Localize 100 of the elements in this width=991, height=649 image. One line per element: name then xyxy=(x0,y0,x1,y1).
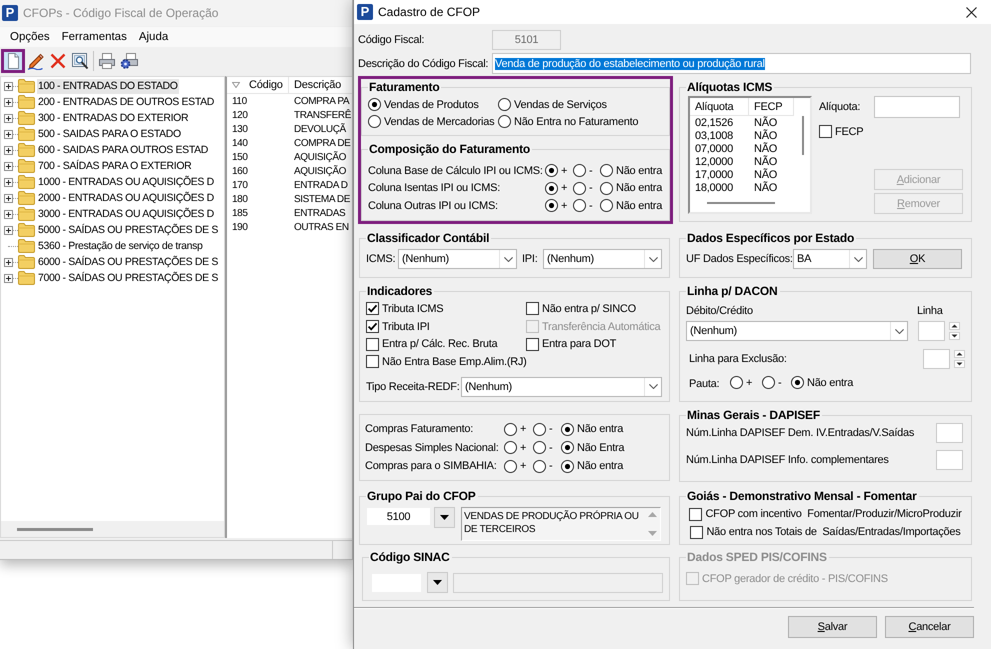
dropdown[interactable]: (Nenhum) xyxy=(461,376,662,397)
radio-icon[interactable] xyxy=(561,422,574,436)
radio-button[interactable]: + xyxy=(545,182,568,195)
text-field[interactable] xyxy=(452,572,664,592)
expand-icon[interactable] xyxy=(4,82,13,90)
checkbox[interactable]: Tributa IPI xyxy=(366,320,430,334)
dropdown[interactable]: (Nenhum) xyxy=(686,321,908,341)
tree-item[interactable]: 100 - ENTRADAS DO ESTADO xyxy=(37,78,179,94)
radio-icon[interactable] xyxy=(368,115,381,128)
radio-button[interactable]: Não Entra no Faturamento xyxy=(498,115,638,128)
radio-button[interactable]: - xyxy=(573,182,592,195)
radio-icon[interactable] xyxy=(504,460,517,473)
checkbox-icon[interactable] xyxy=(689,508,702,520)
radio-button[interactable]: - xyxy=(533,422,552,436)
radio-button[interactable]: + xyxy=(545,199,568,212)
radio-icon[interactable] xyxy=(533,460,546,473)
radio-icon[interactable] xyxy=(730,376,743,389)
dropdown[interactable]: (Nenhum) xyxy=(398,249,517,269)
radio-icon[interactable] xyxy=(600,182,613,195)
input-field[interactable] xyxy=(936,423,963,443)
radio-icon[interactable] xyxy=(504,422,517,436)
checkbox-icon[interactable] xyxy=(526,338,539,351)
radio-icon[interactable] xyxy=(573,199,586,212)
caret-up-icon[interactable] xyxy=(954,350,965,358)
dropdown[interactable]: BA xyxy=(793,249,867,269)
radio-button[interactable]: + xyxy=(504,460,526,473)
radio-icon[interactable] xyxy=(498,115,511,128)
input-field[interactable] xyxy=(874,96,960,118)
caret-down-icon[interactable] xyxy=(954,360,965,368)
tree-item[interactable]: 5000 - SAÍDAS OU PRESTAÇÕES DE S xyxy=(37,222,219,238)
checkbox[interactable]: Entra p/ Cálc. Rec. Bruta xyxy=(366,338,498,351)
checkbox[interactable]: Não entra nos Totais de Saídas/Entradas/Importações xyxy=(690,523,960,541)
radio-icon[interactable] xyxy=(600,164,613,178)
printer-gear-icon[interactable] xyxy=(120,52,138,70)
column-header[interactable]: Descrição xyxy=(289,77,352,93)
radio-icon[interactable] xyxy=(561,460,574,473)
radio-button[interactable]: + xyxy=(504,422,526,436)
column-header[interactable]: FECP xyxy=(749,98,794,116)
radio-icon[interactable] xyxy=(561,441,574,454)
tree-item[interactable]: 7000 - SAÍDAS OU PRESTAÇÕES DE S xyxy=(37,270,219,286)
checkbox[interactable]: FECP xyxy=(819,125,864,138)
radio-icon[interactable] xyxy=(545,199,558,212)
checkbox[interactable]: Não Entra Base Emp.Alim.(RJ) xyxy=(366,355,527,368)
radio-button[interactable]: Não entra xyxy=(600,199,662,212)
expand-icon[interactable] xyxy=(4,274,13,282)
radio-icon[interactable] xyxy=(573,164,586,178)
expand-icon[interactable] xyxy=(4,226,13,234)
expand-icon[interactable] xyxy=(4,194,13,202)
radio-button[interactable]: Não entra xyxy=(791,376,854,389)
checkbox[interactable]: Entra para DOT xyxy=(526,338,616,351)
radio-icon[interactable] xyxy=(504,441,517,454)
radio-button[interactable]: Não entra xyxy=(561,460,624,473)
chevron-down-icon[interactable] xyxy=(504,256,512,262)
scrollbar-thumb[interactable] xyxy=(17,528,93,530)
caret-down-icon[interactable] xyxy=(949,332,960,340)
menu-item[interactable]: Ferramentas xyxy=(56,29,133,45)
checkbox-icon[interactable] xyxy=(366,320,379,334)
radio-button[interactable]: + xyxy=(545,164,568,178)
tree-item[interactable]: 6000 - SAÍDAS OU PRESTAÇÕES DE S xyxy=(37,254,219,270)
radio-icon[interactable] xyxy=(368,98,381,111)
expand-icon[interactable] xyxy=(4,114,13,122)
expand-icon[interactable] xyxy=(4,210,13,218)
text-field[interactable]: Venda de produção do estabelecimento ou produção rural xyxy=(492,53,971,74)
expand-icon[interactable] xyxy=(4,146,13,154)
tree-item[interactable]: 5360 - Prestação de serviço de transp xyxy=(37,238,204,254)
radio-button[interactable]: Não entra xyxy=(600,164,662,178)
column-header[interactable]: Alíquota xyxy=(690,98,749,116)
checkbox-icon[interactable] xyxy=(819,125,832,138)
expand-icon[interactable] xyxy=(4,162,13,170)
radio-button[interactable]: Não Entra xyxy=(561,441,624,454)
radio-icon[interactable] xyxy=(533,422,546,436)
tree-item[interactable]: 500 - SAIDAS PARA O ESTADO xyxy=(37,126,182,142)
chevron-down-icon[interactable] xyxy=(648,256,658,262)
checkbox-icon[interactable] xyxy=(366,302,379,316)
chevron-down-icon[interactable] xyxy=(648,384,658,390)
radio-button[interactable]: Vendas de Serviços xyxy=(498,98,607,111)
tree-item[interactable]: 3000 - ENTRADAS OU AQUISIÇÕES D xyxy=(37,206,215,222)
checkbox-icon[interactable] xyxy=(690,526,704,538)
radio-button[interactable]: + xyxy=(504,441,526,454)
radio-icon[interactable] xyxy=(545,164,558,178)
radio-icon[interactable] xyxy=(545,182,558,195)
cross-icon[interactable] xyxy=(49,52,67,70)
radio-button[interactable]: Vendas de Produtos xyxy=(368,98,479,111)
radio-icon[interactable] xyxy=(600,199,613,212)
expand-icon[interactable] xyxy=(4,258,13,266)
radio-button[interactable]: - xyxy=(533,460,552,473)
magnifier-icon[interactable] xyxy=(71,52,89,70)
checkbox-icon[interactable] xyxy=(366,338,379,351)
checkbox[interactable]: Não entra p/ SINCO xyxy=(526,302,636,316)
dropdown-button[interactable] xyxy=(434,507,455,528)
code-field[interactable]: 5100 xyxy=(366,507,431,526)
radio-button[interactable]: - xyxy=(533,441,552,454)
expand-icon[interactable] xyxy=(4,178,13,186)
radio-button[interactable]: - xyxy=(573,199,592,212)
number-field[interactable] xyxy=(923,349,950,369)
scrollbar-thumb[interactable] xyxy=(707,202,775,204)
expand-icon[interactable] xyxy=(4,98,13,106)
radio-button[interactable]: Vendas de Mercadorias xyxy=(368,115,494,128)
radio-icon[interactable] xyxy=(573,182,586,195)
checkbox-icon[interactable] xyxy=(526,302,539,316)
